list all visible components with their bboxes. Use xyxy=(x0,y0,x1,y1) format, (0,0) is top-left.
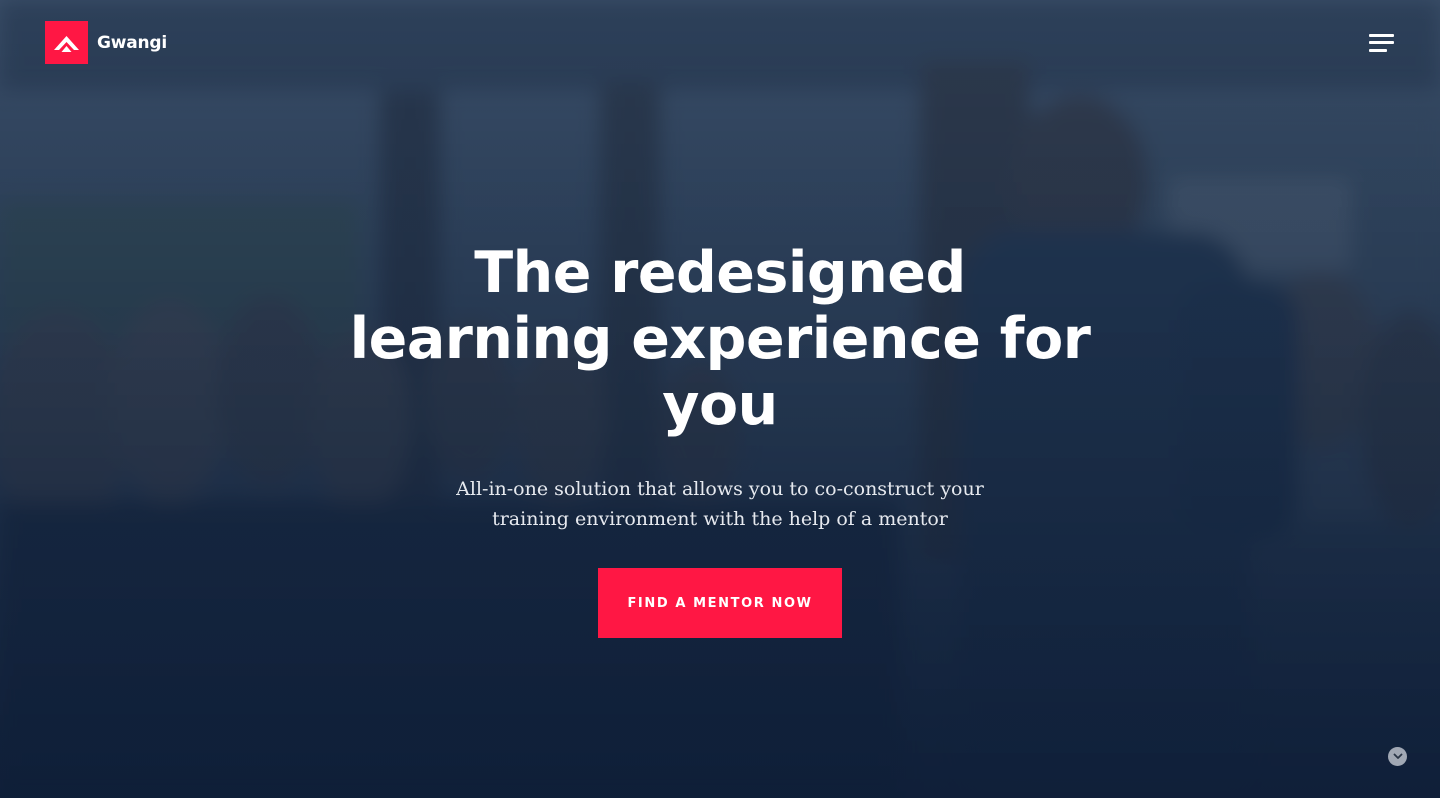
hamburger-menu-icon[interactable] xyxy=(1369,33,1395,53)
brand-name: Gwangi xyxy=(97,32,168,53)
find-mentor-button[interactable]: FIND A MENTOR NOW xyxy=(598,568,842,638)
brand-link[interactable]: Gwangi xyxy=(45,21,167,64)
hero-subtext: All-in-one solution that allows you to c… xyxy=(456,478,984,530)
menu-line xyxy=(1369,41,1394,44)
hero-headline: The redesigned learning experience for y… xyxy=(349,240,1091,438)
site-header: Gwangi xyxy=(45,21,1395,64)
menu-line xyxy=(1369,33,1394,37)
hero-content: The redesigned learning experience for y… xyxy=(0,240,1440,638)
hero-section: Gwangi The redesigned learning experienc… xyxy=(0,0,1440,798)
menu-line xyxy=(1369,48,1387,52)
chevron-down-icon[interactable] xyxy=(1388,747,1407,766)
mountain-chevron-icon xyxy=(45,21,88,64)
